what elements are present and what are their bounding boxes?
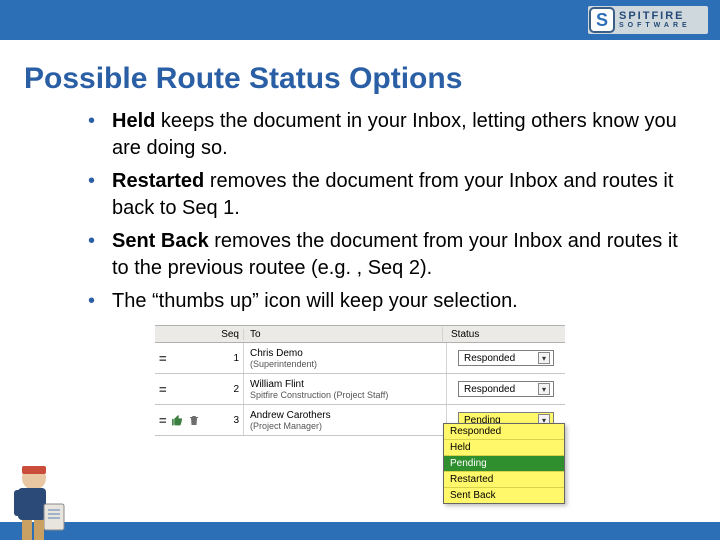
footer-bar <box>0 522 720 540</box>
to-cell: Andrew Carothers (Project Manager) <box>244 405 447 435</box>
dropdown-option[interactable]: Held <box>444 440 564 456</box>
page-title: Possible Route Status Options <box>24 62 720 96</box>
chevron-down-icon: ▾ <box>538 352 550 364</box>
brand-logo: S SPITFIRE SOFTWARE <box>588 6 708 34</box>
seq-cell: 1 <box>217 343 244 373</box>
dropdown-option[interactable]: Sent Back <box>444 488 564 503</box>
status-select[interactable]: Responded ▾ <box>458 350 554 366</box>
dropdown-option[interactable]: Restarted <box>444 472 564 488</box>
status-dropdown[interactable]: Responded Held Pending Restarted Sent Ba… <box>443 423 565 504</box>
brand-initial: S <box>589 7 615 33</box>
dropdown-option-selected[interactable]: Pending <box>444 456 564 472</box>
drag-handle-icon[interactable]: = <box>159 413 167 428</box>
list-item: The “thumbs up” icon will keep your sele… <box>88 288 680 315</box>
trash-icon[interactable] <box>188 414 200 427</box>
seq-cell: 3 <box>217 405 244 435</box>
col-status: Status <box>443 327 565 342</box>
status-select[interactable]: Responded ▾ <box>458 381 554 397</box>
drag-handle-icon[interactable]: = <box>159 351 167 366</box>
chevron-down-icon: ▾ <box>538 383 550 395</box>
mascot-icon <box>4 458 68 540</box>
dropdown-option[interactable]: Responded <box>444 424 564 440</box>
header-bar: S SPITFIRE SOFTWARE <box>0 0 720 40</box>
seq-cell: 2 <box>217 374 244 404</box>
col-to: To <box>244 327 443 342</box>
to-cell: William Flint Spitfire Construction (Pro… <box>244 374 447 404</box>
list-item: Restarted removes the document from your… <box>88 168 680 222</box>
thumbs-up-icon[interactable] <box>171 414 184 427</box>
list-item: Held keeps the document in your Inbox, l… <box>88 108 680 162</box>
to-cell: Chris Demo (Superintendent) <box>244 343 447 373</box>
table-header-row: Seq To Status <box>155 326 565 343</box>
drag-handle-icon[interactable]: = <box>159 382 167 397</box>
table-row: = 1 Chris Demo (Superintendent) Responde… <box>155 343 565 374</box>
brand-sub: SOFTWARE <box>619 22 691 29</box>
route-table: Seq To Status = 1 Chris Demo (Superinten… <box>155 325 565 436</box>
bullet-list: Held keeps the document in your Inbox, l… <box>48 108 680 315</box>
list-item: Sent Back removes the document from your… <box>88 228 680 282</box>
brand-name: SPITFIRE <box>619 11 691 22</box>
col-seq: Seq <box>217 329 244 340</box>
table-row: = 2 William Flint Spitfire Construction … <box>155 374 565 405</box>
